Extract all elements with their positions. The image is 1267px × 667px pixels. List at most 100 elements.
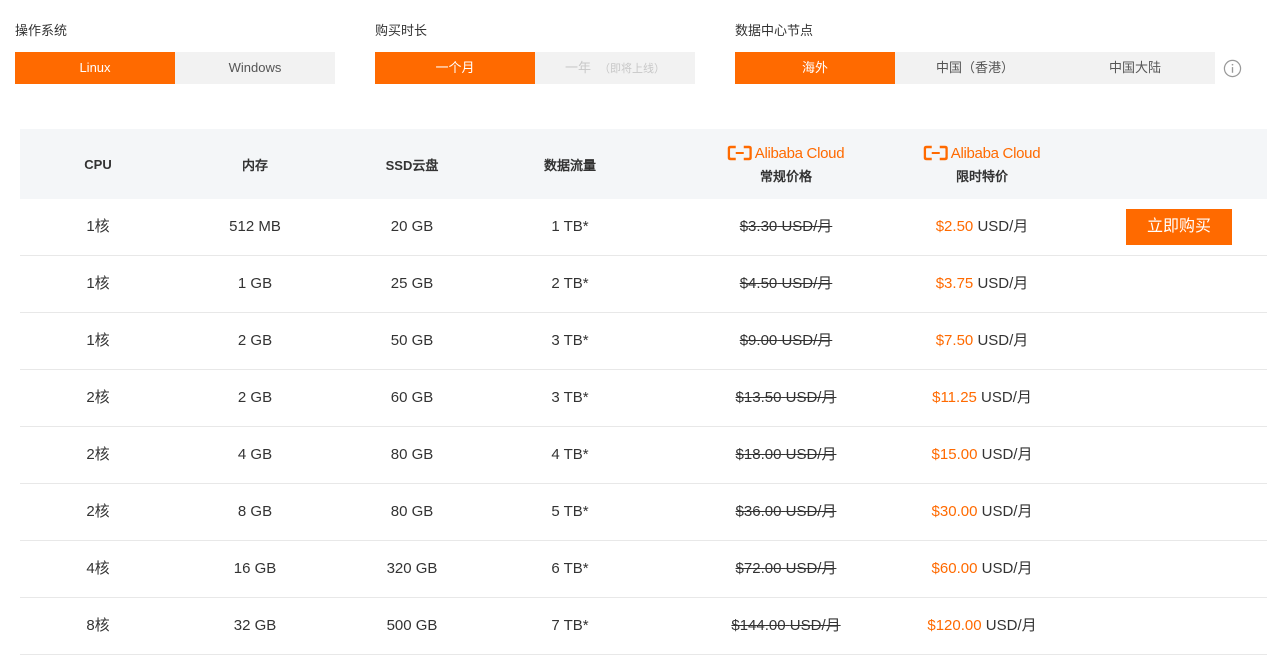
os-filter-group: 操作系统 Linux Windows (15, 22, 335, 84)
special-price-label: 限时特价 (955, 169, 1008, 184)
os-option-linux[interactable]: Linux (15, 52, 175, 84)
table-row: 2核 8 GB 80 GB 5 TB* $36.00 USD/月 $30.00 … (20, 484, 1267, 541)
table-row: 2核 2 GB 60 GB 3 TB* $13.50 USD/月 $11.25 … (20, 370, 1267, 427)
os-option-windows[interactable]: Windows (175, 52, 335, 84)
special-unit: USD/月 (977, 275, 1029, 292)
os-filter-label: 操作系统 (15, 23, 68, 38)
header-special-price: Alibaba Cloud 限时特价 (923, 129, 1041, 199)
cell-memory: 8 GB (237, 503, 273, 520)
cell-memory: 16 GB (233, 560, 277, 577)
regular-price-value: $9.00 USD/月 (740, 332, 833, 349)
cell-cpu: 2核 (86, 389, 110, 406)
regular-amount: $36.00 (735, 503, 782, 520)
table-row: 4核 16 GB 320 GB 6 TB* $72.00 USD/月 $60.0… (20, 541, 1267, 598)
table-body: 1核 512 MB 20 GB 1 TB* $3.30 USD/月 $2.50 … (20, 199, 1267, 655)
regular-amount: $13.50 (735, 389, 782, 406)
cell-memory: 2 GB (237, 389, 273, 406)
cell-regular-price: $72.00 USD/月 (736, 541, 837, 597)
regular-price-label: 常规价格 (759, 169, 812, 184)
cell-memory: 4 GB (237, 446, 273, 463)
cell-traffic: 2 TB* (551, 275, 589, 292)
alibaba-cloud-logo-text: Alibaba Cloud (754, 144, 845, 162)
regular-amount: $9.00 (739, 332, 778, 349)
header-memory: 内存 (241, 157, 269, 173)
cell-disk: 80 GB (390, 446, 434, 463)
special-price-value: $60.00 (931, 560, 978, 577)
special-unit: USD/月 (981, 503, 1033, 520)
cell-disk: 20 GB (390, 218, 434, 235)
special-price-value: $2.50 (935, 218, 974, 235)
regular-unit: USD/月 (781, 332, 833, 349)
regular-price-value: $144.00 USD/月 (731, 617, 840, 634)
alibaba-cloud-logo: Alibaba Cloud (923, 143, 1041, 163)
cell-traffic: 3 TB* (551, 332, 589, 349)
regular-amount: $18.00 (735, 446, 782, 463)
cell-memory: 32 GB (233, 617, 277, 634)
cell-regular-price: $4.50 USD/月 (740, 256, 833, 312)
cell-special-price: $15.00 USD/月 (932, 427, 1033, 483)
cell-cpu: 1核 (86, 275, 110, 292)
special-unit: USD/月 (981, 560, 1033, 577)
region-option-hong-kong[interactable]: 中国（香港） (895, 52, 1055, 84)
header-disk: SSD云盘 (385, 157, 439, 173)
cell-regular-price: $36.00 USD/月 (736, 484, 837, 540)
cell-disk: 60 GB (390, 389, 434, 406)
cell-regular-price: $13.50 USD/月 (736, 370, 837, 426)
cell-regular-price: $3.30 USD/月 (740, 199, 833, 255)
regular-unit: USD/月 (781, 218, 833, 235)
regular-price-value: $3.30 USD/月 (740, 218, 833, 235)
cell-regular-price: $144.00 USD/月 (731, 598, 840, 654)
cell-traffic: 4 TB* (551, 446, 589, 463)
table-row: 1核 512 MB 20 GB 1 TB* $3.30 USD/月 $2.50 … (20, 199, 1267, 256)
alibaba-cloud-logo-icon (727, 145, 752, 161)
alibaba-cloud-logo-text: Alibaba Cloud (950, 144, 1041, 162)
duration-option-one-month[interactable]: 一个月 (375, 52, 535, 84)
special-price-value: $120.00 (927, 617, 982, 634)
regular-amount: $144.00 (731, 617, 786, 634)
cell-traffic: 5 TB* (551, 503, 589, 520)
cell-regular-price: $9.00 USD/月 (740, 313, 833, 369)
table-row: 1核 2 GB 50 GB 3 TB* $9.00 USD/月 $7.50 US… (20, 313, 1267, 370)
regular-price-value: $4.50 USD/月 (740, 275, 833, 292)
cell-special-price: $30.00 USD/月 (932, 484, 1033, 540)
coming-soon-note: （即将上线） (599, 63, 665, 75)
regular-price-value: $13.50 USD/月 (736, 389, 837, 406)
cell-special-price: $7.50 USD/月 (936, 313, 1029, 369)
cell-memory: 512 MB (229, 218, 281, 235)
cell-disk: 50 GB (390, 332, 434, 349)
duration-filter-label: 购买时长 (375, 23, 428, 38)
regular-unit: USD/月 (789, 617, 841, 634)
special-unit: USD/月 (977, 332, 1029, 349)
regular-price-value: $18.00 USD/月 (736, 446, 837, 463)
special-unit: USD/月 (977, 218, 1029, 235)
region-filter-group: 数据中心节点 海外 中国（香港） 中国大陆 (735, 22, 1215, 84)
cell-special-price: $2.50 USD/月 (936, 199, 1029, 255)
cell-special-price: $11.25 USD/月 (932, 370, 1032, 426)
buy-now-button[interactable]: 立即购买 (1126, 209, 1232, 245)
cell-special-price: $60.00 USD/月 (932, 541, 1033, 597)
duration-option-one-year[interactable]: 一年 （即将上线） (535, 52, 695, 84)
table-header: CPU 内存 SSD云盘 数据流量 Alibaba Cloud 常规价格 Ali… (20, 129, 1267, 199)
regular-price-value: $36.00 USD/月 (736, 503, 837, 520)
cell-traffic: 7 TB* (551, 617, 589, 634)
cell-disk: 25 GB (390, 275, 434, 292)
os-segmented-control: Linux Windows (15, 52, 335, 84)
special-price-value: $3.75 (935, 275, 974, 292)
region-option-overseas[interactable]: 海外 (735, 52, 895, 84)
cell-special-price: $120.00 USD/月 (927, 598, 1036, 654)
header-regular-price: Alibaba Cloud 常规价格 (727, 129, 845, 199)
regular-amount: $4.50 (739, 275, 778, 292)
duration-filter-group: 购买时长 一个月 一年 （即将上线） (375, 22, 695, 84)
table-row: 8核 32 GB 500 GB 7 TB* $144.00 USD/月 $120… (20, 598, 1267, 655)
regular-unit: USD/月 (781, 275, 833, 292)
regular-unit: USD/月 (785, 503, 837, 520)
special-price-value: $30.00 (931, 503, 978, 520)
duration-segmented-control: 一个月 一年 （即将上线） (375, 52, 695, 84)
region-filter-label: 数据中心节点 (735, 23, 814, 38)
cell-traffic: 6 TB* (551, 560, 589, 577)
cell-cpu: 8核 (86, 617, 110, 634)
region-option-mainland[interactable]: 中国大陆 (1055, 52, 1215, 84)
cell-disk: 320 GB (386, 560, 438, 577)
info-circle-icon[interactable] (1223, 59, 1242, 78)
cell-regular-price: $18.00 USD/月 (736, 427, 837, 483)
